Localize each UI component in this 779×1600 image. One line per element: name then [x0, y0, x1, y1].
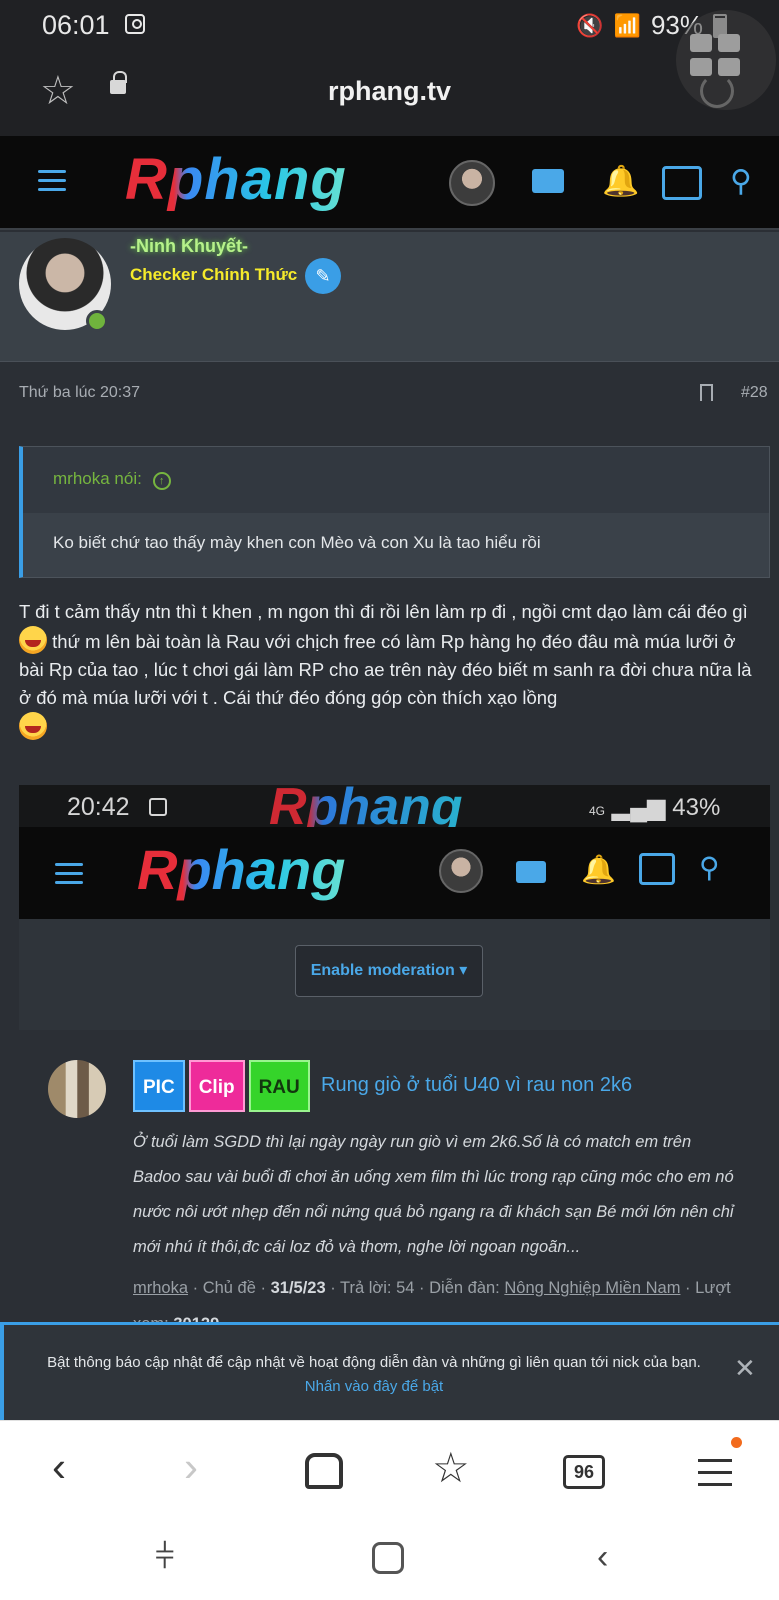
alarm-icon	[149, 798, 167, 816]
laughing-emoji-icon	[19, 626, 47, 654]
thread-author-avatar[interactable]	[48, 1060, 106, 1118]
topic-label: Chủ đề	[202, 1279, 256, 1297]
mail-icon[interactable]	[532, 169, 564, 193]
notification-text: Bật thông báo cập nhật để cập nhật về ho…	[47, 1354, 701, 1371]
bookmark-icon[interactable]	[700, 384, 713, 401]
page: 06:01 🔇 📶 93% ☆ rphang.tv Rphang 🔔 ⚲ -Ni…	[0, 0, 779, 1600]
user-avatar[interactable]	[449, 160, 495, 206]
store-icon[interactable]	[662, 166, 702, 200]
close-icon[interactable]: ✕	[734, 1353, 756, 1384]
online-status-icon	[86, 310, 108, 332]
thread-date: 31/5/23	[270, 1279, 326, 1297]
system-back-icon[interactable]: ‹	[597, 1538, 608, 1577]
search-icon[interactable]: ⚲	[730, 164, 752, 199]
browser-address-bar: ☆ rphang.tv	[0, 48, 779, 136]
enable-notifications-link[interactable]: Nhấn vào đây để bật	[305, 1378, 443, 1395]
menu-icon	[55, 863, 83, 885]
post-message: T đi t cảm thấy ntn thì t khen , m ngon …	[19, 598, 764, 742]
laughing-emoji-icon	[19, 712, 47, 740]
quote-block: mrhoka nói: ↑ Ko biết chứ tao thấy mày k…	[19, 446, 770, 578]
author-title: Checker Chính Thức	[130, 265, 298, 284]
moderation-label: Enable moderation	[310, 962, 455, 979]
embedded-battery: 43%	[672, 794, 721, 821]
embedded-site-header: Rphang 🔔 ⚲	[19, 827, 770, 919]
replies-count: 54	[396, 1279, 415, 1297]
embedded-signal: 4G	[589, 804, 606, 818]
post-number[interactable]: #28	[741, 384, 768, 402]
embedded-screenshot[interactable]: 20:42 4G ▂▄▆ 43% Rphang Rphang 🔔 ⚲ Enabl…	[19, 785, 770, 1030]
browser-menu-icon[interactable]	[698, 1459, 732, 1495]
forward-arrow-icon[interactable]: ›	[184, 1443, 198, 1491]
status-bar: 06:01 🔇 📶 93%	[0, 0, 779, 48]
menu-icon[interactable]	[38, 170, 66, 192]
embedded-time: 20:42	[67, 793, 130, 821]
browser-bottom-nav: ‹ › ☆ 96	[0, 1420, 779, 1520]
floating-apps-icon[interactable]	[676, 10, 776, 110]
quote-text: Ko biết chứ tao thấy mày khen con Mèo và…	[23, 513, 769, 577]
alarm-icon	[125, 14, 145, 34]
bell-icon: 🔔	[581, 854, 616, 885]
favorites-icon[interactable]: ☆	[432, 1443, 470, 1492]
tag-pic[interactable]: PIC	[133, 1060, 185, 1112]
store-icon	[639, 853, 675, 885]
bell-icon[interactable]: 🔔	[602, 164, 639, 199]
thread-snippet: Ở tuổi làm SGDD thì lại ngày ngày run gi…	[133, 1133, 734, 1256]
notification-banner: Bật thông báo cập nhật để cập nhật về ho…	[0, 1322, 779, 1420]
post-meta: Thứ ba lúc 20:37 #28	[0, 362, 779, 424]
user-avatar	[439, 849, 483, 893]
thread-tags: PIC Clip RAU	[133, 1060, 310, 1112]
tag-rau[interactable]: RAU	[248, 1060, 310, 1112]
recent-apps-icon[interactable]: ⫩	[155, 1538, 175, 1577]
arrow-up-circle-icon[interactable]: ↑	[152, 472, 171, 490]
notification-text-wrap: Bật thông báo cập nhật để cập nhật về ho…	[24, 1351, 724, 1399]
quote-header: mrhoka nói: ↑	[23, 447, 769, 513]
tag-clip[interactable]: Clip	[188, 1060, 245, 1112]
embedded-site-logo: Rphang	[137, 838, 346, 901]
replies-label: Trả lời:	[340, 1279, 392, 1297]
site-header: Rphang 🔔 ⚲	[0, 136, 779, 230]
status-time: 06:01	[42, 10, 110, 40]
forum-link[interactable]: Nông Nghiệp Miền Nam	[504, 1279, 680, 1297]
system-home-icon[interactable]	[372, 1542, 404, 1574]
author-name[interactable]: -Ninh Khuyết-	[130, 236, 248, 257]
wifi-icon: 📶	[613, 12, 641, 38]
thread-author-link[interactable]: mrhoka	[133, 1279, 188, 1297]
message-text-2: thứ m lên bài toàn là Rau với chịch free…	[19, 631, 752, 708]
site-logo[interactable]: Rphang	[125, 146, 347, 213]
forum-label: Diễn đàn:	[429, 1279, 500, 1297]
quote-author[interactable]: mrhoka nói:	[53, 469, 142, 488]
tabs-icon[interactable]: 96	[563, 1455, 605, 1489]
mute-icon: 🔇	[576, 12, 604, 38]
mail-icon	[516, 861, 546, 883]
embedded-status-right: 4G ▂▄▆ 43%	[589, 794, 721, 821]
system-nav-bar: ⫩ ‹	[0, 1520, 779, 1600]
notification-dot	[731, 1437, 742, 1448]
message-text-1: T đi t cảm thấy ntn thì t khen , m ngon …	[19, 601, 748, 622]
search-icon: ⚲	[699, 852, 720, 883]
thread-card: PIC Clip RAU Rung giò ở tuổi U40 vì rau …	[19, 1030, 770, 1333]
verified-badge-icon: ✎	[305, 258, 341, 294]
post-user-block: -Ninh Khuyết- Checker Chính Thức ✎	[0, 232, 779, 362]
enable-moderation-button: Enable moderation ▾	[295, 945, 483, 997]
url-text[interactable]: rphang.tv	[0, 76, 779, 107]
post-date[interactable]: Thứ ba lúc 20:37	[19, 384, 140, 402]
back-arrow-icon[interactable]: ‹	[52, 1443, 66, 1491]
home-icon[interactable]	[305, 1453, 343, 1489]
thread-title[interactable]: Rung giò ở tuổi U40 vì rau non 2k6	[321, 1074, 632, 1097]
